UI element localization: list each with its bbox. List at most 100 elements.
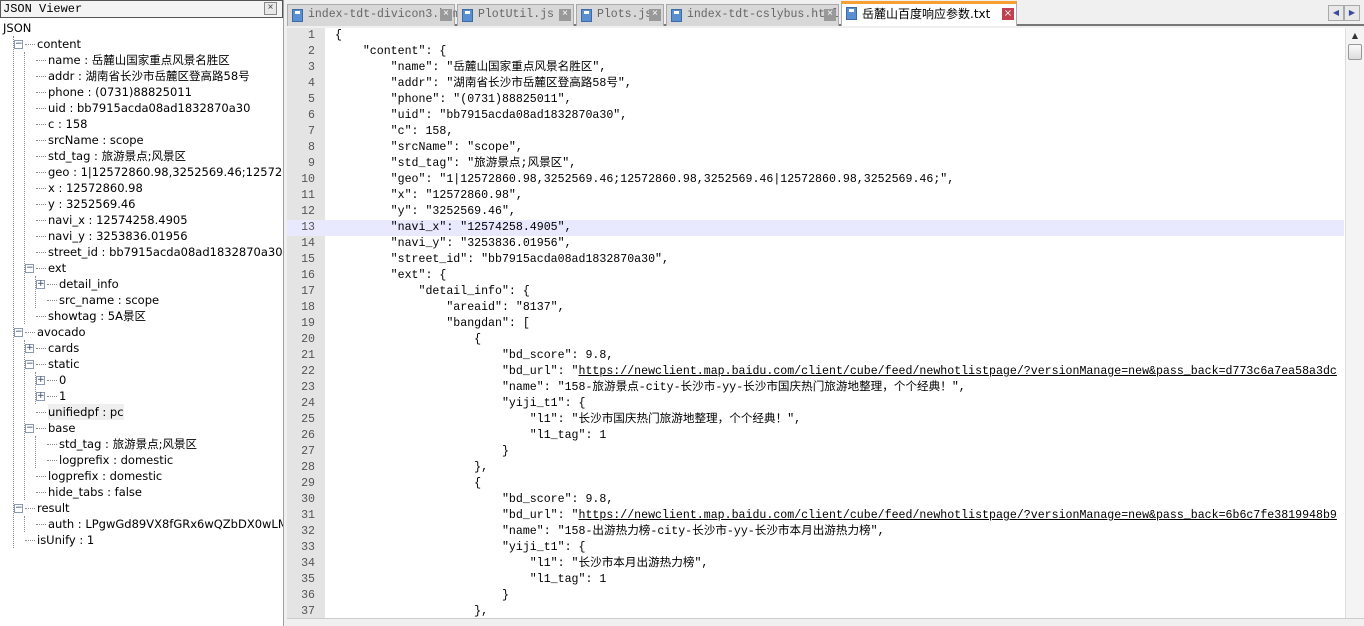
tree-node[interactable]: isUnify : 1 bbox=[14, 532, 283, 548]
code-line[interactable]: 20 { bbox=[287, 332, 1344, 348]
tree-node[interactable]: logprefix : domestic bbox=[36, 452, 283, 468]
tree-node[interactable]: std_tag : 旅游景点;风景区 bbox=[36, 436, 283, 452]
tab-close-icon[interactable]: × bbox=[559, 9, 571, 21]
collapse-toggle-icon[interactable]: − bbox=[25, 423, 34, 433]
code-line[interactable]: 11 "x": "12572860.98", bbox=[287, 188, 1344, 204]
code-line[interactable]: 37 }, bbox=[287, 604, 1344, 618]
collapse-toggle-icon[interactable]: − bbox=[25, 359, 34, 369]
tree-node[interactable]: geo : 1|12572860.98,3252569.46;12572860.… bbox=[25, 164, 283, 180]
code-line[interactable]: 17 "detail_info": { bbox=[287, 284, 1344, 300]
code-line[interactable]: 32 "name": "158-出游热力榜-city-长沙市-yy-长沙市本月出… bbox=[287, 524, 1344, 540]
code-line[interactable]: 14 "navi_y": "3253836.01956", bbox=[287, 236, 1344, 252]
tree-node[interactable]: y : 3252569.46 bbox=[25, 196, 283, 212]
tree-node[interactable]: navi_x : 12574258.4905 bbox=[25, 212, 283, 228]
code-line[interactable]: 1{ bbox=[287, 28, 1344, 44]
tree-node[interactable]: +1 bbox=[36, 388, 283, 404]
code-line[interactable]: 35 "l1_tag": 1 bbox=[287, 572, 1344, 588]
code-line[interactable]: 12 "y": "3252569.46", bbox=[287, 204, 1344, 220]
code-line[interactable]: 18 "areaid": "8137", bbox=[287, 300, 1344, 316]
tree-node[interactable]: − result bbox=[14, 500, 283, 516]
url-link[interactable]: https://newclient.map.baidu.com/client/c… bbox=[579, 509, 1337, 522]
code-line[interactable]: 22 "bd_url": "https://newclient.map.baid… bbox=[287, 364, 1344, 380]
code-line[interactable]: 15 "street_id": "bb7915acda08ad1832870a3… bbox=[287, 252, 1344, 268]
code-line[interactable]: 23 "name": "158-旅游景点-city-长沙市-yy-长沙市国庆热门… bbox=[287, 380, 1344, 396]
code-line[interactable]: 5 "phone": "(0731)88825011", bbox=[287, 92, 1344, 108]
code-line[interactable]: 36 } bbox=[287, 588, 1344, 604]
code-line[interactable]: 6 "uid": "bb7915acda08ad1832870a30", bbox=[287, 108, 1344, 124]
tree-node[interactable]: street_id : bb7915acda08ad1832870a30 bbox=[25, 244, 283, 260]
code-line[interactable]: 13 "navi_x": "12574258.4905", bbox=[287, 220, 1344, 236]
code-line[interactable]: 9 "std_tag": "旅游景点;风景区", bbox=[287, 156, 1344, 172]
scrollbar-thumb[interactable] bbox=[1348, 44, 1362, 60]
tree-node[interactable]: unifiedpf : pc bbox=[25, 404, 283, 420]
tree-node[interactable]: − base bbox=[25, 420, 283, 436]
tree-node[interactable]: x : 12572860.98 bbox=[25, 180, 283, 196]
code-line[interactable]: 19 "bangdan": [ bbox=[287, 316, 1344, 332]
tree-node[interactable]: + cards bbox=[25, 340, 283, 356]
tree-node[interactable]: src_name : scope bbox=[36, 292, 283, 308]
tree-node[interactable]: − static bbox=[25, 356, 283, 372]
collapse-toggle-icon[interactable]: − bbox=[14, 39, 23, 49]
code-line[interactable]: 30 "bd_score": 9.8, bbox=[287, 492, 1344, 508]
tab-0[interactable]: index-tdt-divicon3.html × bbox=[287, 4, 467, 26]
code-line[interactable]: 31 "bd_url": "https://newclient.map.baid… bbox=[287, 508, 1344, 524]
expand-toggle-icon[interactable]: + bbox=[25, 343, 34, 353]
text-editor[interactable]: 1{2 "content": {3 "name": "岳麓山国家重点风景名胜区"… bbox=[287, 28, 1364, 618]
code-line[interactable]: 2 "content": { bbox=[287, 44, 1344, 60]
expand-toggle-icon[interactable]: + bbox=[36, 375, 45, 385]
tree-node[interactable]: hide_tabs : false bbox=[25, 484, 283, 500]
tree-node[interactable]: − content bbox=[14, 36, 283, 52]
json-tree[interactable]: JSON − content name : 岳麓山国家重点风景名胜区 addr : 湖南… bbox=[0, 18, 283, 548]
tab-close-icon[interactable]: × bbox=[1002, 8, 1014, 20]
tree-node[interactable]: uid : bb7915acda08ad1832870a30 bbox=[25, 100, 283, 116]
expand-toggle-icon[interactable]: + bbox=[36, 279, 45, 289]
tab-2[interactable]: Plots.js × bbox=[576, 4, 664, 26]
code-line[interactable]: 24 "yiji_t1": { bbox=[287, 396, 1344, 412]
scroll-up-arrow-icon[interactable]: ▲ bbox=[1346, 28, 1364, 44]
tab-1[interactable]: PlotUtil.js × bbox=[457, 4, 574, 26]
tree-node[interactable]: navi_y : 3253836.01956 bbox=[25, 228, 283, 244]
code-line[interactable]: 21 "bd_score": 9.8, bbox=[287, 348, 1344, 364]
collapse-toggle-icon[interactable]: − bbox=[14, 327, 23, 337]
tab-close-icon[interactable]: × bbox=[440, 9, 452, 21]
code-line[interactable]: 27 } bbox=[287, 444, 1344, 460]
tab-close-icon[interactable]: × bbox=[649, 9, 661, 21]
code-line[interactable]: 26 "l1_tag": 1 bbox=[287, 428, 1344, 444]
expand-toggle-icon[interactable]: + bbox=[36, 391, 45, 401]
tree-node[interactable]: JSON bbox=[3, 20, 283, 36]
tree-node[interactable]: name : 岳麓山国家重点风景名胜区 bbox=[25, 52, 283, 68]
tab-scroll-right-button[interactable]: ▶ bbox=[1344, 5, 1360, 21]
code-content[interactable]: 1{2 "content": {3 "name": "岳麓山国家重点风景名胜区"… bbox=[287, 28, 1344, 618]
tree-node[interactable]: phone : (0731)88825011 bbox=[25, 84, 283, 100]
horizontal-scrollbar[interactable] bbox=[287, 618, 1364, 626]
tab-4[interactable]: 岳麓山百度响应参数.txt × bbox=[841, 1, 1017, 26]
url-link[interactable]: https://newclient.map.baidu.com/client/c… bbox=[579, 365, 1337, 378]
collapse-toggle-icon[interactable]: − bbox=[25, 263, 34, 273]
code-line[interactable]: 3 "name": "岳麓山国家重点风景名胜区", bbox=[287, 60, 1344, 76]
tree-node[interactable]: c : 158 bbox=[25, 116, 283, 132]
code-line[interactable]: 4 "addr": "湖南省长沙市岳麓区登高路58号", bbox=[287, 76, 1344, 92]
tab-close-icon[interactable]: × bbox=[824, 9, 836, 21]
tree-node[interactable]: + detail_info bbox=[36, 276, 283, 292]
code-line[interactable]: 34 "l1": "长沙市本月出游热力榜", bbox=[287, 556, 1344, 572]
code-line[interactable]: 25 "l1": "长沙市国庆热门旅游地整理，个个经典！", bbox=[287, 412, 1344, 428]
code-line[interactable]: 29 { bbox=[287, 476, 1344, 492]
code-line[interactable]: 10 "geo": "1|12572860.98,3252569.46;1257… bbox=[287, 172, 1344, 188]
tree-node[interactable]: − ext bbox=[25, 260, 283, 276]
tree-node[interactable]: srcName : scope bbox=[25, 132, 283, 148]
code-line[interactable]: 28 }, bbox=[287, 460, 1344, 476]
tree-node[interactable]: auth : LPgwGd89VX8fGRx6wQZbDX0wLM7IJHg8u bbox=[25, 516, 283, 532]
code-line[interactable]: 7 "c": 158, bbox=[287, 124, 1344, 140]
code-line[interactable]: 33 "yiji_t1": { bbox=[287, 540, 1344, 556]
close-panel-button[interactable]: × bbox=[264, 2, 277, 15]
tree-node[interactable]: addr : 湖南省长沙市岳麓区登高路58号 bbox=[25, 68, 283, 84]
vertical-scrollbar[interactable]: ▲ bbox=[1345, 28, 1364, 618]
tree-node[interactable]: logprefix : domestic bbox=[25, 468, 283, 484]
collapse-toggle-icon[interactable]: − bbox=[14, 503, 23, 513]
tab-scroll-left-button[interactable]: ◀ bbox=[1328, 5, 1344, 21]
tree-node[interactable]: +0 bbox=[36, 372, 283, 388]
tree-node[interactable]: std_tag : 旅游景点;风景区 bbox=[25, 148, 283, 164]
tab-3[interactable]: index-tdt-cslybus.html × bbox=[666, 4, 839, 26]
tree-node[interactable]: showtag : 5A景区 bbox=[25, 308, 283, 324]
tree-node[interactable]: − avocado bbox=[14, 324, 283, 340]
